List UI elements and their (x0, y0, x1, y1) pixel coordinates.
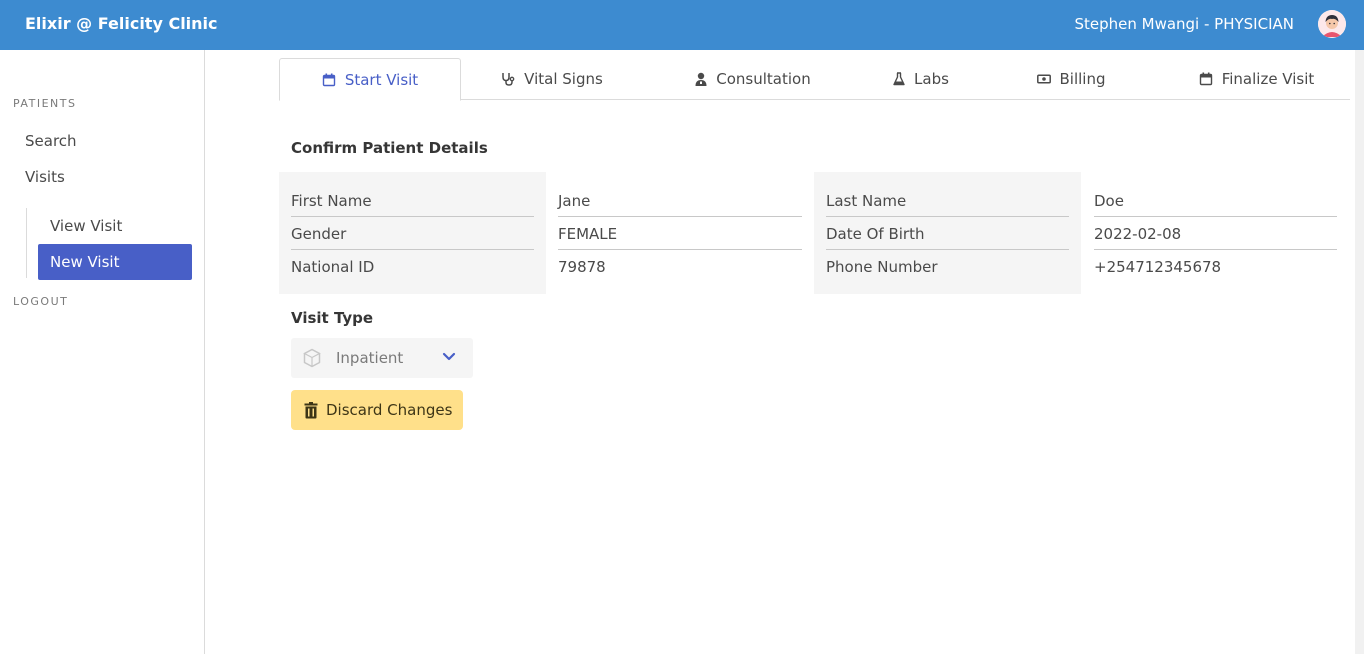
label-first-name: First Name (291, 184, 534, 217)
chevron-down-icon (442, 352, 456, 361)
calendar-check-icon (1199, 72, 1212, 86)
flask-icon (893, 72, 905, 86)
scrollbar[interactable] (1355, 50, 1364, 654)
sidebar-item-visits[interactable]: Visits (25, 168, 65, 186)
label-last-name: Last Name (826, 184, 1069, 217)
tab-finalize-visit[interactable]: Finalize Visit (1163, 58, 1350, 100)
sidebar-item-new-visit[interactable]: New Visit (38, 244, 192, 280)
tab-label: Labs (914, 70, 949, 88)
patient-details-table: First Name Gender National ID Jane FEMAL… (279, 172, 1349, 294)
sidebar-item-search[interactable]: Search (25, 132, 77, 150)
value-phone-number: +254712345678 (1094, 258, 1222, 276)
sidebar-item-logout[interactable]: LOGOUT (13, 295, 68, 308)
tab-consultation[interactable]: Consultation (643, 58, 863, 100)
label-phone-number: Phone Number (826, 258, 938, 276)
doctor-icon (695, 72, 707, 86)
menu-label-patients: PATIENTS (13, 97, 77, 110)
label-gender: Gender (291, 217, 534, 250)
submenu-divider (26, 208, 27, 278)
tab-vital-signs[interactable]: Vital Signs (461, 58, 643, 100)
tab-start-visit[interactable]: Start Visit (279, 58, 461, 101)
discard-label: Discard Changes (326, 401, 453, 419)
tab-billing[interactable]: Billing (979, 58, 1163, 100)
avatar-icon[interactable] (1318, 10, 1346, 38)
value-date-of-birth: 2022-02-08 (1094, 217, 1337, 250)
value-last-name: Doe (1094, 184, 1337, 217)
discard-changes-button[interactable]: Discard Changes (291, 390, 463, 430)
tab-label: Start Visit (344, 70, 419, 89)
top-navbar: Elixir @ Felicity Clinic Stephen Mwangi … (0, 0, 1364, 50)
label-national-id: National ID (291, 258, 375, 276)
sidebar-item-view-visit[interactable]: View Visit (38, 208, 192, 244)
label-date-of-birth: Date Of Birth (826, 217, 1069, 250)
visit-tabs: Start Visit Vital Signs Consultation Lab… (279, 58, 1350, 101)
tab-label: Finalize Visit (1221, 70, 1315, 88)
sidebar: PATIENTS Search Visits View Visit New Vi… (0, 50, 205, 654)
visit-type-select[interactable]: Inpatient (291, 338, 473, 378)
brand-title[interactable]: Elixir @ Felicity Clinic (25, 14, 218, 33)
visit-type-value: Inpatient (336, 349, 404, 367)
value-gender: FEMALE (558, 217, 802, 250)
section-title-patient-details: Confirm Patient Details (291, 139, 488, 157)
value-national-id: 79878 (558, 258, 606, 276)
trash-icon (304, 401, 318, 418)
cube-icon (303, 348, 321, 368)
stethoscope-icon (502, 73, 515, 86)
section-title-visit-type: Visit Type (291, 309, 374, 327)
money-icon (1036, 74, 1051, 84)
calendar-icon (322, 73, 336, 86)
tab-label: Billing (1059, 70, 1106, 88)
tab-label: Vital Signs (524, 70, 603, 88)
value-first-name: Jane (558, 184, 802, 217)
user-name[interactable]: Stephen Mwangi - PHYSICIAN (1074, 15, 1294, 33)
tab-labs[interactable]: Labs (863, 58, 979, 100)
tab-label: Consultation (716, 70, 811, 88)
